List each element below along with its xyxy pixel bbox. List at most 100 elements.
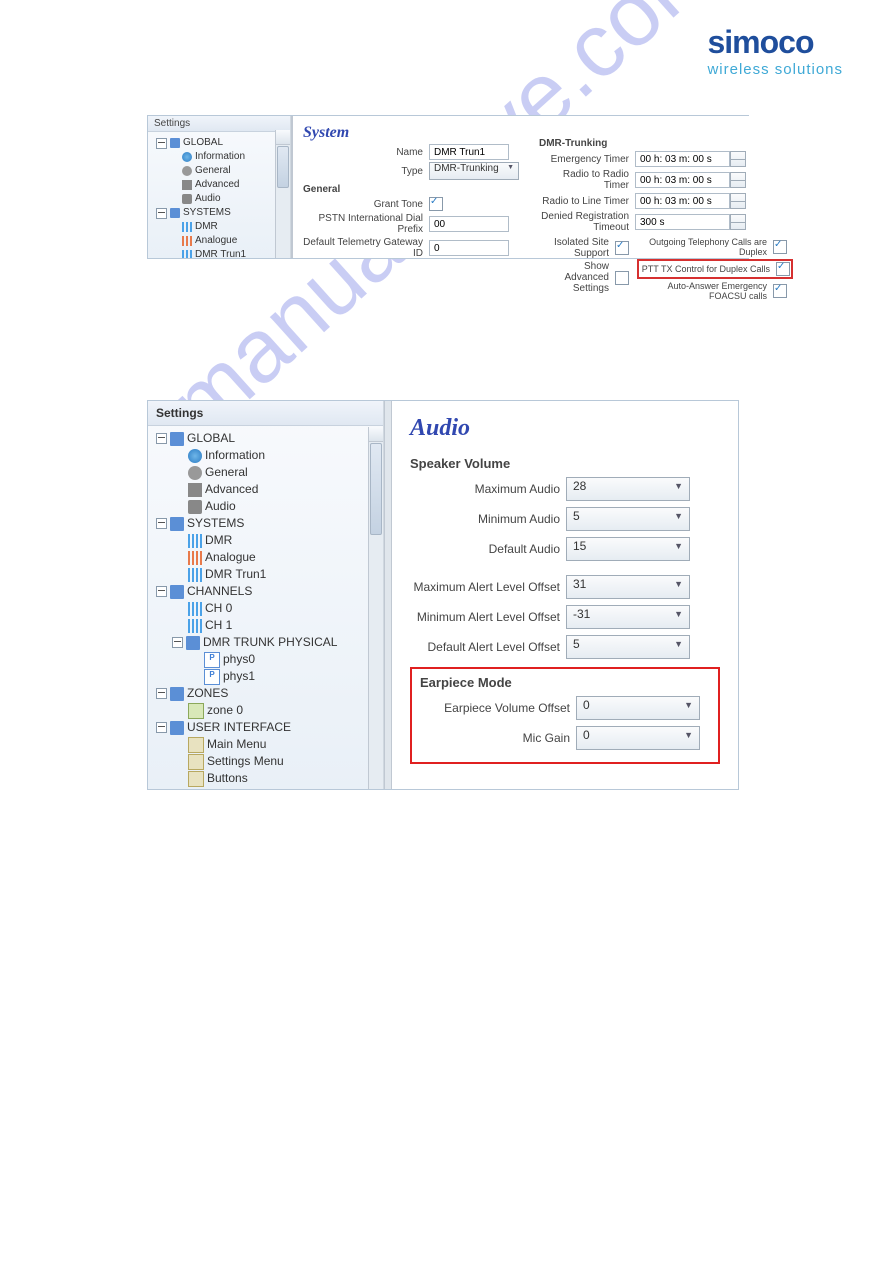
tree-item[interactable]: zone 0 — [152, 702, 381, 719]
collapse-icon[interactable] — [156, 586, 167, 597]
wave-icon — [188, 619, 202, 633]
tree-item[interactable]: Main Menu — [152, 736, 381, 753]
tree-item-label: DMR Trun1 — [195, 248, 246, 258]
outdup-checkbox[interactable] — [773, 240, 787, 254]
tree-item[interactable]: CH 0 — [152, 600, 381, 617]
r2l-timer-input[interactable] — [635, 193, 730, 209]
tree-item[interactable]: CHANNELS — [152, 583, 381, 600]
tree-item[interactable]: Information — [152, 150, 288, 164]
tree-item[interactable]: Buttons — [152, 770, 381, 787]
tools-icon — [188, 483, 202, 497]
fold-icon — [170, 721, 184, 735]
r2r-timer-input[interactable] — [635, 172, 730, 188]
fold-icon — [170, 585, 184, 599]
type-select[interactable]: DMR-Trunking — [429, 162, 519, 180]
tree-item[interactable]: General — [152, 164, 288, 178]
tree-item[interactable]: SYSTEMS — [152, 515, 381, 532]
tree-item[interactable]: Settings Menu — [152, 753, 381, 770]
tree-item-label: Buttons — [207, 770, 248, 787]
tree-item-label: phys0 — [223, 651, 255, 668]
showadv-label: Show Advanced Settings — [539, 261, 615, 294]
znum-icon — [188, 703, 204, 719]
isolated-checkbox[interactable] — [615, 241, 629, 255]
max-audio-select[interactable]: 28 — [566, 477, 690, 501]
gear-icon — [188, 466, 202, 480]
max-alert-select[interactable]: 31 — [566, 575, 690, 599]
mic-gain-select[interactable]: 0 — [576, 726, 700, 750]
collapse-icon[interactable] — [156, 722, 167, 733]
tree-item[interactable]: DMR Trun1 — [152, 248, 288, 258]
tree-item[interactable]: Pphys1 — [152, 668, 381, 685]
wave-icon — [188, 602, 202, 616]
max-alert-label: Maximum Alert Level Offset — [410, 580, 566, 594]
collapse-icon[interactable] — [156, 518, 167, 529]
emerg-timer-label: Emergency Timer — [539, 154, 635, 165]
fold-icon — [170, 138, 180, 148]
earpiece-mode-header: Earpiece Mode — [420, 675, 710, 690]
def-audio-select[interactable]: 15 — [566, 537, 690, 561]
telemetry-input[interactable] — [429, 240, 509, 256]
tree-item[interactable]: Analogue — [152, 549, 381, 566]
tree-item[interactable]: Advanced — [152, 481, 381, 498]
tree-item[interactable]: Information — [152, 447, 381, 464]
min-audio-select[interactable]: 5 — [566, 507, 690, 531]
spin-icon[interactable] — [730, 193, 746, 209]
tree-title: Settings — [148, 401, 383, 426]
wave-icon — [182, 222, 192, 232]
grant-tone-checkbox[interactable] — [429, 197, 443, 211]
name-label: Name — [303, 147, 429, 158]
autoans-checkbox[interactable] — [773, 284, 787, 298]
collapse-icon[interactable] — [172, 637, 183, 648]
tree-item[interactable]: Analogue — [152, 234, 288, 248]
spin-icon[interactable] — [730, 172, 746, 188]
tree-item[interactable]: Audio — [152, 498, 381, 515]
tree-item[interactable]: CH 1 — [152, 617, 381, 634]
showadv-checkbox[interactable] — [615, 271, 629, 285]
tree-item-label: DMR Trun1 — [205, 566, 266, 583]
collapse-icon[interactable] — [156, 138, 167, 149]
tree-item-label: Settings Menu — [207, 753, 284, 770]
min-alert-select[interactable]: -31 — [566, 605, 690, 629]
info-icon — [182, 152, 192, 162]
ptt-checkbox[interactable] — [776, 262, 790, 276]
tree-item[interactable]: DMR TRUNK PHYSICAL — [152, 634, 381, 651]
tree-item[interactable]: SYSTEMS — [152, 206, 288, 220]
splitter[interactable] — [384, 401, 392, 789]
collapse-icon[interactable] — [156, 688, 167, 699]
tree-item[interactable]: General — [152, 464, 381, 481]
scroll-thumb[interactable] — [370, 443, 382, 535]
pstn-input[interactable] — [429, 216, 509, 232]
tree-item-label: Analogue — [205, 549, 256, 566]
fold-icon — [170, 687, 184, 701]
fold-icon — [170, 208, 180, 218]
spin-icon[interactable] — [730, 151, 746, 167]
def-alert-label: Default Alert Level Offset — [410, 640, 566, 654]
tree-item[interactable]: DMR — [152, 532, 381, 549]
tree-item[interactable]: GLOBAL — [152, 430, 381, 447]
collapse-icon[interactable] — [156, 433, 167, 444]
tree-item[interactable]: DMR — [152, 220, 288, 234]
tree-item-label: SYSTEMS — [187, 515, 244, 532]
scrollbar[interactable] — [368, 427, 383, 789]
tree-item-label: SYSTEMS — [183, 206, 231, 220]
denied-reg-input[interactable] — [635, 214, 730, 230]
tree-item[interactable]: Options — [152, 787, 381, 789]
analog-icon — [188, 551, 202, 565]
tree-item[interactable]: GLOBAL — [152, 136, 288, 150]
tree-item[interactable]: DMR Trun1 — [152, 566, 381, 583]
tree-item[interactable]: Advanced — [152, 178, 288, 192]
def-alert-select[interactable]: 5 — [566, 635, 690, 659]
def-audio-label: Default Audio — [410, 542, 566, 556]
scroll-thumb[interactable] — [277, 146, 289, 188]
tree-item[interactable]: USER INTERFACE — [152, 719, 381, 736]
fold-icon — [170, 517, 184, 531]
tree-item[interactable]: Audio — [152, 192, 288, 206]
name-input[interactable] — [429, 144, 509, 160]
emerg-timer-input[interactable] — [635, 151, 730, 167]
tree-item[interactable]: Pphys0 — [152, 651, 381, 668]
earpiece-vol-select[interactable]: 0 — [576, 696, 700, 720]
scrollbar[interactable] — [275, 130, 290, 258]
collapse-icon[interactable] — [156, 208, 167, 219]
tree-item[interactable]: ZONES — [152, 685, 381, 702]
spin-icon[interactable] — [730, 214, 746, 230]
